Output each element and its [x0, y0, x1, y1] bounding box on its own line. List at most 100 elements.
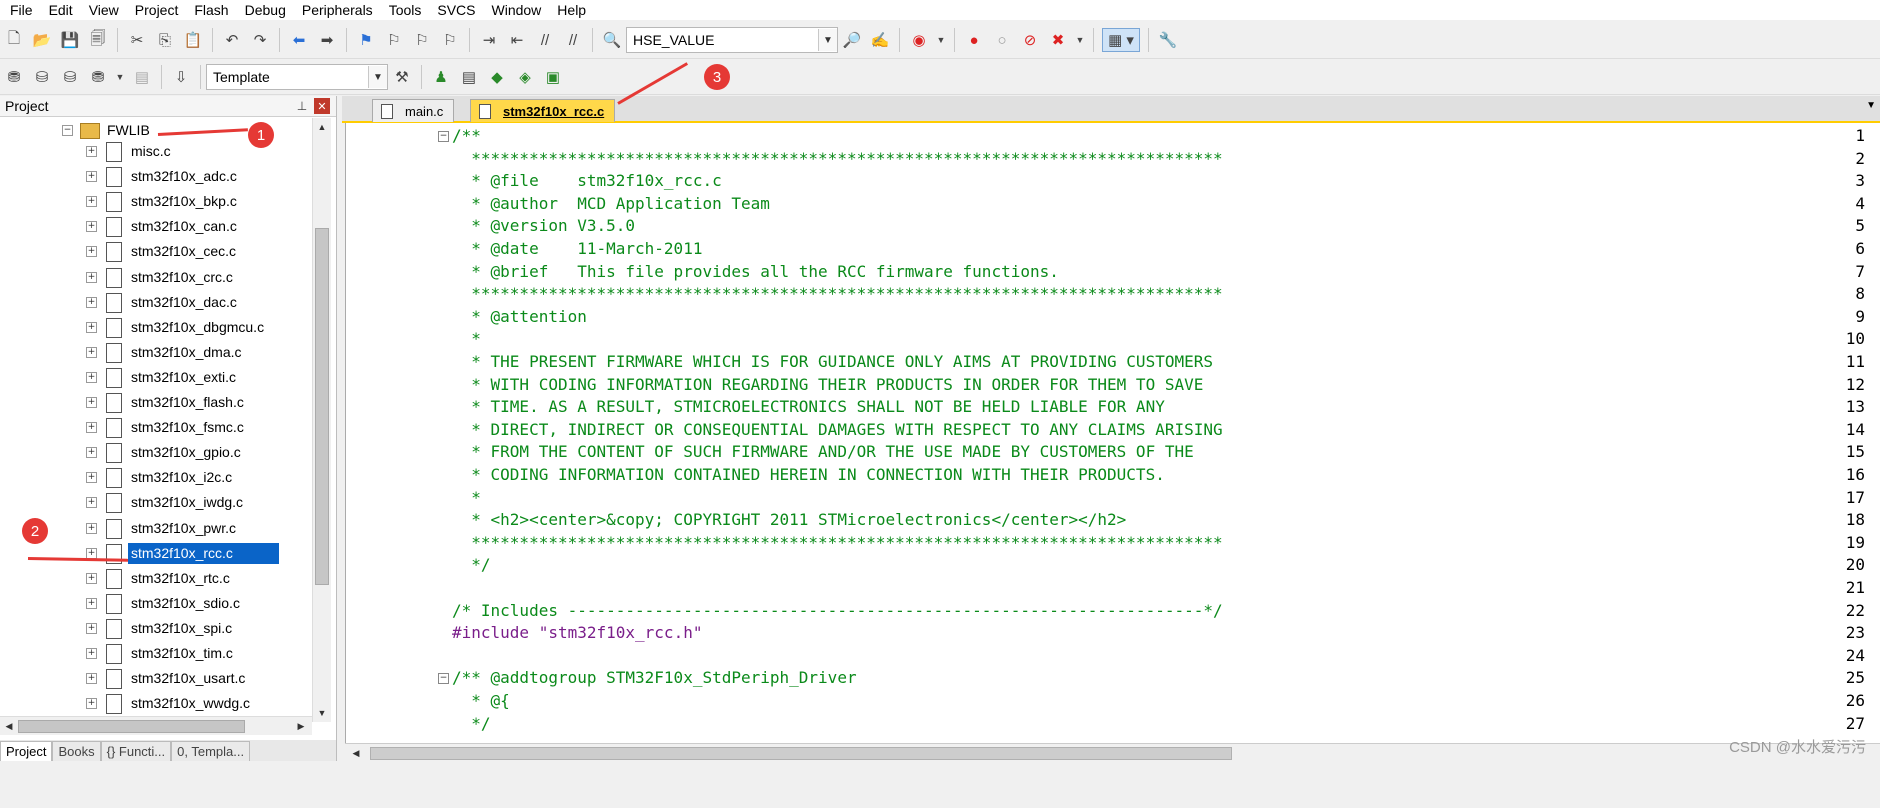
nav-back-icon[interactable]: ⬅ [288, 29, 310, 51]
tree-file-item[interactable]: + stm32f10x_rtc.c [0, 566, 310, 591]
expand-icon[interactable]: + [86, 296, 97, 308]
pack-installer-icon[interactable]: ▣ [542, 66, 564, 88]
expand-icon[interactable]: + [86, 171, 97, 183]
expand-icon[interactable]: + [86, 597, 97, 609]
expand-icon[interactable]: + [86, 522, 97, 534]
expand-icon[interactable]: + [86, 547, 97, 559]
panel-tab-1[interactable]: Books [52, 741, 101, 761]
disable-breakpoint-icon[interactable]: ○ [991, 29, 1013, 51]
tree-file-item[interactable]: + stm32f10x_rcc.c [0, 541, 310, 566]
menu-tools[interactable]: Tools [381, 0, 430, 20]
uncomment-icon[interactable]: // [562, 29, 584, 51]
translate-icon[interactable]: ⛃ [3, 66, 25, 88]
tree-file-item[interactable]: + stm32f10x_sdio.c [0, 591, 310, 616]
tree-file-item[interactable]: + stm32f10x_wwdg.c [0, 691, 310, 716]
expand-icon[interactable]: + [86, 196, 97, 208]
comment-icon[interactable]: // [534, 29, 556, 51]
save-icon[interactable]: 💾 [59, 29, 81, 51]
tree-file-item[interactable]: + stm32f10x_tim.c [0, 641, 310, 666]
window-layout-icon[interactable]: ▦ ▾ [1102, 28, 1140, 52]
tab-stm32f10x-rcc-c[interactable]: stm32f10x_rcc.c [470, 99, 616, 122]
chevron-down-icon[interactable]: ▼ [368, 66, 387, 88]
menu-view[interactable]: View [81, 0, 127, 20]
redo-icon[interactable]: ↷ [249, 29, 271, 51]
manage-multi-project-icon[interactable]: ▤ [458, 66, 480, 88]
save-all-icon[interactable]: 🗐 [87, 29, 109, 51]
find-in-files-icon[interactable]: 🔍 [601, 29, 623, 51]
tree-file-item[interactable]: + stm32f10x_dac.c [0, 290, 310, 315]
panel-tab-0[interactable]: Project [0, 741, 53, 761]
tree-file-item[interactable]: + stm32f10x_iwdg.c [0, 490, 310, 515]
menu-project[interactable]: Project [127, 0, 187, 20]
tree-file-item[interactable]: + stm32f10x_spi.c [0, 616, 310, 641]
tree-file-item[interactable]: + stm32f10x_can.c [0, 214, 310, 239]
menu-file[interactable]: File [0, 0, 41, 20]
new-file-icon[interactable]: 🗋 [3, 29, 25, 51]
menu-flash[interactable]: Flash [186, 0, 236, 20]
expand-icon[interactable]: + [86, 346, 97, 358]
configure-icon[interactable]: 🔧 [1157, 29, 1179, 51]
download-icon[interactable]: ⇩ [170, 66, 192, 88]
target-options-icon[interactable]: ⚒ [391, 66, 413, 88]
menu-peripherals[interactable]: Peripherals [294, 0, 381, 20]
tree-file-item[interactable]: + stm32f10x_dma.c [0, 340, 310, 365]
bookmark-icon[interactable]: ⚑ [355, 29, 377, 51]
expand-icon[interactable]: + [86, 497, 97, 509]
tree-file-item[interactable]: + stm32f10x_adc.c [0, 164, 310, 189]
tree-horizontal-scrollbar[interactable]: ◀ ▶ [0, 716, 312, 735]
tree-file-item[interactable]: + stm32f10x_gpio.c [0, 440, 310, 465]
chevron-down-icon[interactable]: ▼ [818, 29, 837, 51]
open-file-icon[interactable]: 📂 [31, 29, 53, 51]
kill-breakpoints-icon[interactable]: ✖ [1047, 29, 1069, 51]
target-combo[interactable]: Template ▼ [206, 64, 388, 90]
scroll-right-icon[interactable]: ▶ [292, 717, 310, 735]
tree-file-item[interactable]: + stm32f10x_bkp.c [0, 189, 310, 214]
tree-file-item[interactable]: + stm32f10x_fsmc.c [0, 415, 310, 440]
tree-file-item[interactable]: + stm32f10x_i2c.c [0, 465, 310, 490]
chevron-down-icon[interactable]: ▼ [1075, 29, 1085, 51]
scroll-thumb[interactable] [315, 228, 329, 585]
disable-all-breakpoints-icon[interactable]: ⊘ [1019, 29, 1041, 51]
expand-icon[interactable]: + [86, 321, 97, 333]
stop-build-icon[interactable]: ▤ [131, 66, 153, 88]
chevron-down-icon[interactable]: ▼ [936, 29, 946, 51]
expand-icon[interactable]: + [86, 698, 97, 710]
expand-icon[interactable]: + [86, 271, 97, 283]
scroll-down-icon[interactable]: ▼ [313, 704, 331, 722]
expand-icon[interactable]: + [86, 622, 97, 634]
tab-list-icon[interactable]: ▼ [1866, 100, 1876, 111]
debug-session-icon[interactable]: ◉ [908, 29, 930, 51]
expand-icon[interactable]: + [86, 447, 97, 459]
batch-build-icon[interactable]: ⛃ [87, 66, 109, 88]
chevron-down-icon[interactable]: ▼ [115, 66, 125, 88]
prev-bookmark-icon[interactable]: ⚐ [383, 29, 405, 51]
copy-icon[interactable]: ⎘ [154, 29, 176, 51]
menu-debug[interactable]: Debug [237, 0, 294, 20]
expand-icon[interactable]: + [86, 397, 97, 408]
scroll-up-icon[interactable]: ▲ [313, 118, 331, 136]
pin-icon[interactable]: ⊥ [294, 99, 310, 113]
scroll-left-icon[interactable]: ◀ [347, 744, 365, 762]
expand-icon[interactable]: + [86, 371, 97, 383]
tree-file-item[interactable]: + stm32f10x_usart.c [0, 666, 310, 691]
breakpoint-icon[interactable]: ● [963, 29, 985, 51]
menu-svcs[interactable]: SVCS [429, 0, 483, 20]
tree-file-item[interactable]: + stm32f10x_exti.c [0, 365, 310, 390]
menu-edit[interactable]: Edit [41, 0, 81, 20]
tab-main-c[interactable]: main.c [372, 99, 455, 122]
find-combo[interactable]: HSE_VALUE ▼ [626, 27, 838, 53]
rebuild-icon[interactable]: ⛁ [59, 66, 81, 88]
build-icon[interactable]: ⛁ [31, 66, 53, 88]
expand-icon[interactable]: + [86, 472, 97, 484]
unindent-icon[interactable]: ⇤ [506, 29, 528, 51]
panel-tab-2[interactable]: {} Functi... [100, 741, 172, 761]
expand-icon[interactable]: + [86, 572, 97, 584]
undo-icon[interactable]: ↶ [221, 29, 243, 51]
incremental-find-icon[interactable]: ✍ [869, 29, 891, 51]
tree-file-item[interactable]: + stm32f10x_cec.c [0, 239, 310, 264]
find-icon[interactable]: 🔎 [841, 29, 863, 51]
expand-icon[interactable]: + [86, 648, 97, 659]
cut-icon[interactable]: ✂ [126, 29, 148, 51]
tree-file-item[interactable]: + stm32f10x_dbgmcu.c [0, 315, 310, 340]
code-editor[interactable]: 1−/** 2 *********************************… [345, 123, 1880, 743]
